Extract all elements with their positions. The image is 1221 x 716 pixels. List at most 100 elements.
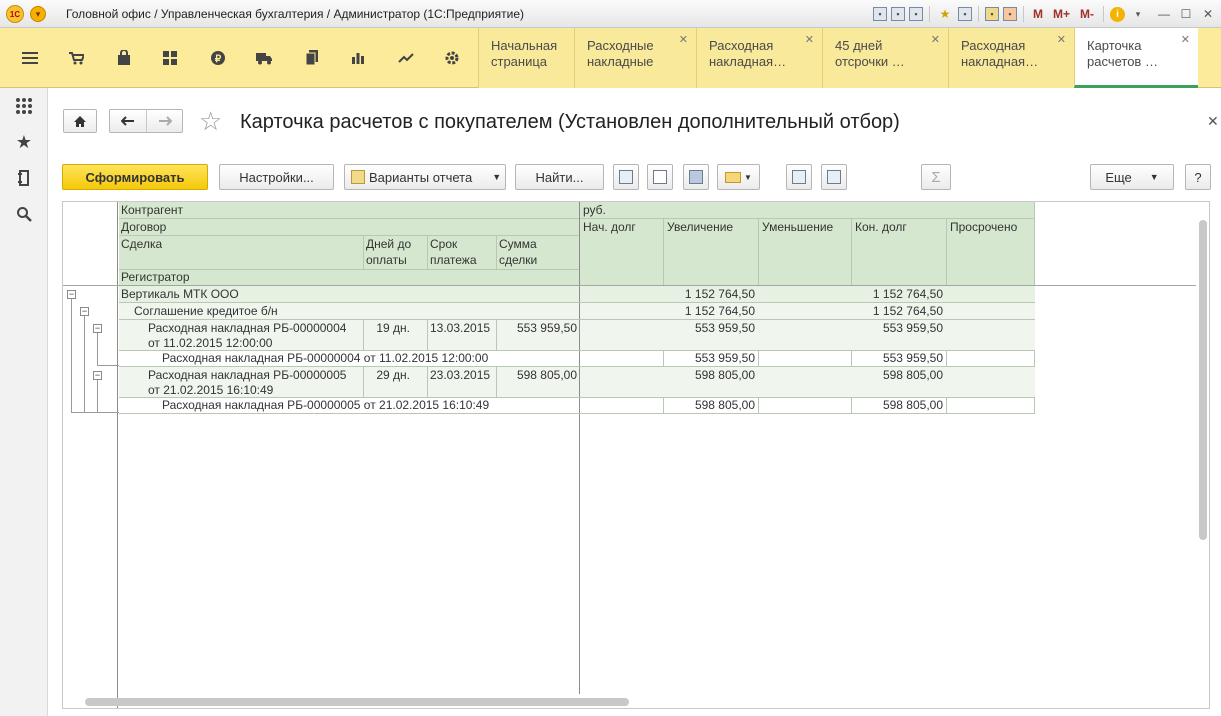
header-overdue: Просрочено xyxy=(950,220,1018,234)
find-button[interactable]: Найти... xyxy=(515,164,604,190)
home-button[interactable] xyxy=(63,109,97,133)
cell-increase: 598 805,00 xyxy=(694,368,755,382)
header-contract: Договор xyxy=(121,220,167,234)
paste-button[interactable] xyxy=(821,164,847,190)
cell-end-debt: 553 959,50 xyxy=(882,321,943,335)
menu-icon[interactable] xyxy=(7,28,53,88)
forward-button[interactable] xyxy=(147,110,182,132)
floppy-icon xyxy=(689,170,703,184)
tab-sales-invoice-1[interactable]: ✕ Расходная накладная… xyxy=(696,28,822,88)
main-menu-dropdown-icon[interactable]: ▾ xyxy=(30,6,46,22)
back-button[interactable] xyxy=(110,110,147,132)
table-row-registrar[interactable]: Расходная накладная РБ-00000005 от 21.02… xyxy=(162,398,489,413)
minimize-icon[interactable]: — xyxy=(1155,5,1173,23)
favorite-star-icon[interactable]: ☆ xyxy=(199,107,222,135)
cell-increase: 1 152 764,50 xyxy=(684,304,755,318)
info-dropdown-icon[interactable]: ▾ xyxy=(1129,5,1147,23)
header-currency: руб. xyxy=(583,203,606,217)
vertical-scroll-thumb[interactable] xyxy=(1199,220,1207,540)
gear-icon[interactable] xyxy=(429,28,475,88)
cell-sum: 553 959,50 xyxy=(516,321,577,335)
documents-icon[interactable] xyxy=(289,28,335,88)
report-variants-button[interactable]: Варианты отчета ▼ xyxy=(344,164,506,190)
header-days-line2: оплаты xyxy=(366,253,407,267)
tab-close-icon[interactable]: ✕ xyxy=(1057,32,1066,48)
tab-close-icon[interactable]: ✕ xyxy=(1181,32,1190,48)
table-row-registrar[interactable]: Расходная накладная РБ-00000004 от 11.02… xyxy=(162,351,488,366)
collapse-group-toggle[interactable]: − xyxy=(93,371,102,380)
table-row-deal[interactable]: Расходная накладная РБ-00000004 xyxy=(148,321,346,336)
header-start-debt: Нач. долг xyxy=(583,220,636,234)
sum-button[interactable]: Σ xyxy=(921,164,951,190)
header-decrease: Уменьшение xyxy=(762,220,834,234)
apps-grid-icon[interactable] xyxy=(0,88,48,124)
close-icon[interactable]: ✕ xyxy=(1199,5,1217,23)
svg-text:₽: ₽ xyxy=(215,54,222,65)
cell-increase: 553 959,50 xyxy=(694,351,755,365)
preview-button[interactable] xyxy=(647,164,673,190)
calendar-icon[interactable]: ▪ xyxy=(1002,7,1017,21)
envelope-icon xyxy=(725,171,742,183)
table-row-counterparty[interactable]: Вертикаль МТК ООО xyxy=(121,287,239,302)
bag-icon[interactable] xyxy=(101,28,147,88)
table-row-deal[interactable]: Расходная накладная РБ-00000005 xyxy=(148,368,346,383)
calculator-icon[interactable]: ▪ xyxy=(984,7,999,21)
table-row-contract[interactable]: Соглашение кредитое б/н xyxy=(134,304,278,319)
tab-45-days-deferral[interactable]: ✕ 45 дней отсрочки … xyxy=(822,28,948,88)
truck-icon[interactable] xyxy=(241,28,287,88)
print-icon[interactable]: ▪ xyxy=(890,7,905,21)
horizontal-scroll-thumb[interactable] xyxy=(85,698,629,706)
print-button[interactable] xyxy=(613,164,639,190)
tab-settlement-card[interactable]: ✕ Карточка расчетов … xyxy=(1074,28,1198,88)
tab-close-icon[interactable]: ✕ xyxy=(931,32,940,48)
preview-icon xyxy=(653,170,667,184)
header-days-line1: Дней до xyxy=(366,237,412,251)
memory-button[interactable]: M xyxy=(1030,5,1046,23)
history-icon[interactable]: ▪ xyxy=(957,7,972,21)
favorites-star-icon[interactable]: ★ xyxy=(0,124,48,160)
info-icon[interactable]: i xyxy=(1110,6,1125,22)
favorites-add-icon[interactable]: ★ xyxy=(936,5,954,23)
grid-icon[interactable] xyxy=(147,28,193,88)
tab-home[interactable]: Начальная страница xyxy=(478,28,574,88)
arrow-right-icon xyxy=(158,116,172,126)
maximize-icon[interactable]: ☐ xyxy=(1177,5,1195,23)
tab-sales-invoice-2[interactable]: ✕ Расходная накладная… xyxy=(948,28,1074,88)
header-term-line2: платежа xyxy=(430,253,477,267)
tab-close-icon[interactable]: ✕ xyxy=(805,32,814,48)
history-icon[interactable] xyxy=(0,160,48,196)
header-term-line1: Срок xyxy=(430,237,458,251)
settings-button[interactable]: Настройки... xyxy=(219,164,334,190)
vertical-scrollbar[interactable] xyxy=(1198,210,1208,700)
save-icon[interactable]: ▪ xyxy=(872,7,887,21)
more-button[interactable]: Еще ▼ xyxy=(1090,164,1174,190)
report-spreadsheet[interactable]: Контрагент Договор Сделка Дней до оплаты… xyxy=(62,201,1210,709)
tab-close-icon[interactable]: ✕ xyxy=(679,32,688,48)
copy-icon xyxy=(792,170,806,184)
form-close-icon[interactable]: ✕ xyxy=(1207,113,1219,130)
collapse-group-toggle[interactable]: − xyxy=(67,290,76,299)
collapse-group-toggle[interactable]: − xyxy=(93,324,102,333)
report-form: ☆ Карточка расчетов с покупателем (Устан… xyxy=(49,89,1221,716)
memory-minus-button[interactable]: M- xyxy=(1077,5,1097,23)
search-icon[interactable] xyxy=(0,196,48,232)
horizontal-scrollbar[interactable] xyxy=(71,696,1196,706)
generate-button[interactable]: Сформировать xyxy=(62,164,208,190)
send-email-button[interactable]: ▼ xyxy=(717,164,760,190)
save-button[interactable] xyxy=(683,164,709,190)
cart-icon[interactable] xyxy=(53,28,99,88)
copy-button[interactable] xyxy=(786,164,812,190)
trend-icon[interactable] xyxy=(383,28,429,88)
cell-end-debt: 1 152 764,50 xyxy=(872,304,943,318)
bar-chart-icon[interactable] xyxy=(335,28,381,88)
tab-sales-invoices[interactable]: ✕ Расходные накладные xyxy=(574,28,696,88)
cell-end-debt: 598 805,00 xyxy=(882,398,943,412)
memory-plus-button[interactable]: M+ xyxy=(1050,5,1073,23)
collapse-group-toggle[interactable]: − xyxy=(80,307,89,316)
1c-logo-icon: 1С xyxy=(6,5,24,23)
preview-icon[interactable]: ▪ xyxy=(908,7,923,21)
chevron-down-icon: ▼ xyxy=(492,172,502,182)
ruble-icon[interactable]: ₽ xyxy=(195,28,241,88)
help-button[interactable]: ? xyxy=(1185,164,1211,190)
chevron-down-icon: ▼ xyxy=(1149,172,1159,182)
